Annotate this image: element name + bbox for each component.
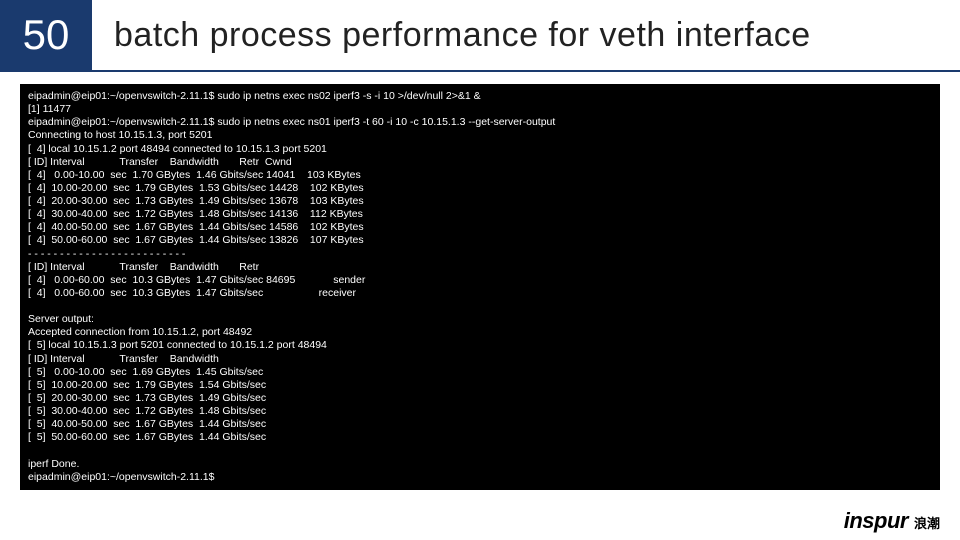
- slide-header: 50 batch process performance for veth in…: [0, 0, 960, 72]
- terminal-output: eipadmin@eip01:~/openvswitch-2.11.1$ sud…: [20, 84, 940, 490]
- footer: inspur 浪潮: [844, 508, 940, 534]
- logo-cn: 浪潮: [914, 513, 940, 532]
- slide-number: 50: [0, 0, 92, 71]
- logo-en: inspur: [844, 508, 908, 534]
- slide-title: batch process performance for veth inter…: [92, 16, 811, 55]
